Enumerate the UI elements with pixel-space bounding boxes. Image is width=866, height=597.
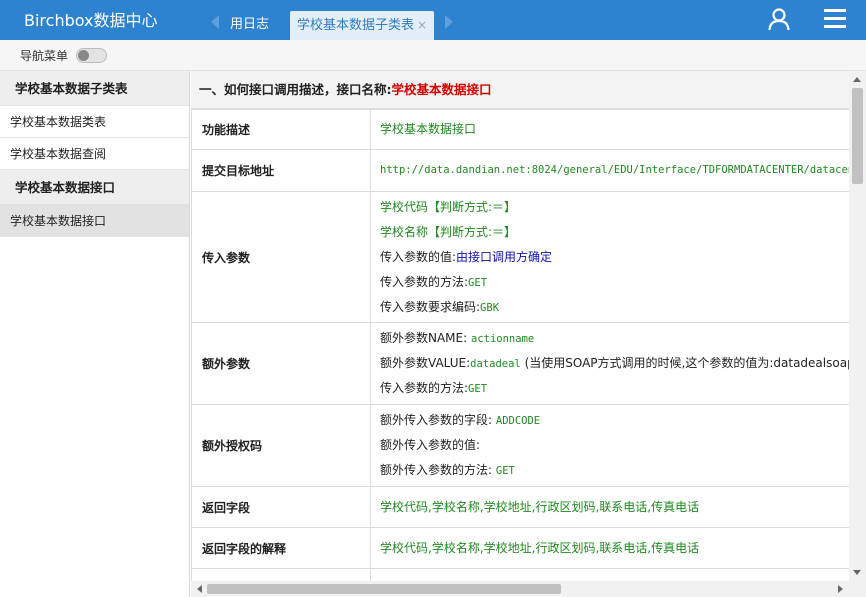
scroll-down-icon[interactable] bbox=[853, 570, 861, 575]
row-label: 额外参数 bbox=[191, 322, 371, 405]
scroll-up-icon[interactable] bbox=[853, 77, 861, 82]
param-line: 额外传入参数的值: bbox=[380, 433, 849, 458]
param-value: datadeal bbox=[470, 358, 521, 370]
param-value: 由接口调用方确定 bbox=[456, 249, 553, 264]
return-fields-explanation-value: 学校代码,学校名称,学校地址,行政区划码,联系电话,传真电话 bbox=[380, 540, 700, 555]
interface-table: 功能描述 学校基本数据接口 提交目标地址 http://data.dandian… bbox=[191, 109, 849, 581]
horizontal-scrollbar[interactable] bbox=[191, 581, 849, 597]
scrollbar-corner bbox=[849, 581, 866, 597]
table-row: 返回字段的解释 学校代码,学校名称,学校地址,行政区划码,联系电话,传真电话 bbox=[191, 527, 849, 569]
param-line: 传入参数的方法:GET bbox=[380, 270, 849, 295]
param-line: 额外参数NAME: actionname bbox=[380, 326, 849, 351]
tab-close-icon[interactable]: × bbox=[417, 18, 427, 32]
vertical-scrollbar[interactable] bbox=[849, 71, 866, 581]
sidebar-item-basic-data-view[interactable]: 学校基本数据查阅 bbox=[0, 138, 189, 170]
param-line: 额外传入参数的方法: GET bbox=[380, 458, 849, 483]
section-title-prefix: 一、如何接口调用描述，接口名称: bbox=[199, 82, 392, 97]
table-row: 额外授权码 额外传入参数的字段: ADDCODE 额外传入参数的值: 额外传入参… bbox=[191, 404, 849, 487]
param-value: ADDCODE bbox=[495, 415, 541, 427]
scroll-right-icon[interactable] bbox=[838, 585, 843, 593]
nav-menu-toggle[interactable] bbox=[76, 48, 107, 63]
section-title: 一、如何接口调用描述，接口名称:学校基本数据接口 bbox=[191, 71, 849, 109]
param-note: (当使用SOAP方式调用的时候,这个参数的值为:datadealsoap) bbox=[524, 356, 849, 370]
table-row: 返回字段 学校代码,学校名称,学校地址,行政区划码,联系电话,传真电话 bbox=[191, 486, 849, 528]
param-value: GET bbox=[468, 276, 488, 289]
sidebar-group-subclass[interactable]: 学校基本数据子类表 bbox=[0, 71, 189, 106]
table-row: 功能描述 学校基本数据接口 bbox=[191, 109, 849, 150]
target-url-value: http://data.dandian.net:8024/general/EDU… bbox=[380, 164, 849, 176]
tab-log-label: 用日志 bbox=[230, 17, 270, 32]
row-label: 返回字段的解释 bbox=[191, 527, 371, 569]
tab-school-basic-subclass[interactable]: 学校基本数据子类表 × bbox=[290, 11, 434, 40]
param-prefix: 传入参数要求编码: bbox=[380, 299, 481, 314]
param-value: GET bbox=[468, 383, 488, 395]
param-prefix: 额外传入参数的方法: bbox=[380, 463, 493, 477]
param-prefix: 额外传入参数的字段: bbox=[380, 413, 493, 427]
param-value: actionname bbox=[471, 333, 535, 345]
top-bar: Birchbox数据中心 用日志 学校基本数据子类表 × bbox=[0, 0, 866, 40]
param-line: 传入参数的方法:GET bbox=[380, 376, 849, 401]
tab-scroll-left-icon[interactable] bbox=[211, 15, 219, 29]
function-description-value: 学校基本数据接口 bbox=[380, 122, 477, 136]
row-label: 额外授权码 bbox=[191, 404, 371, 487]
sidebar-group-interface[interactable]: 学校基本数据接口 bbox=[0, 170, 189, 205]
user-icon[interactable] bbox=[767, 7, 791, 31]
section-interface-name: 学校基本数据接口 bbox=[391, 82, 492, 97]
param-prefix: 额外传入参数的值: bbox=[380, 438, 481, 452]
table-row: 提交目标地址 http://data.dandian.net:8024/gene… bbox=[191, 149, 849, 192]
sidebar-item-basic-class-table[interactable]: 学校基本数据类表 bbox=[0, 106, 189, 138]
param-value: GET bbox=[495, 465, 515, 477]
table-row: 额外参数 额外参数NAME: actionname 额外参数VALUE:data… bbox=[191, 322, 849, 405]
param-value: GBK bbox=[480, 301, 500, 314]
table-row: 传入参数 学校代码【判断方式:＝】 学校名称【判断方式:＝】 传入参数的值:由接… bbox=[191, 191, 849, 323]
horizontal-scroll-thumb[interactable] bbox=[207, 584, 561, 594]
vertical-scroll-thumb[interactable] bbox=[852, 88, 863, 184]
tab-log[interactable]: 用日志 bbox=[230, 11, 269, 40]
scroll-left-icon[interactable] bbox=[197, 585, 202, 593]
param-line: 学校代码【判断方式:＝】 bbox=[380, 199, 517, 214]
param-line: 传入参数要求编码:GBK bbox=[380, 295, 849, 320]
sidebar: 学校基本数据子类表 学校基本数据类表 学校基本数据查阅 学校基本数据接口 学校基… bbox=[0, 71, 190, 597]
sidebar-item-basic-data-interface[interactable]: 学校基本数据接口 bbox=[0, 205, 189, 237]
param-line: 额外传入参数的字段: ADDCODE bbox=[380, 408, 849, 433]
param-prefix: 传入参数的方法: bbox=[380, 274, 469, 289]
tab-scroll-right-icon[interactable] bbox=[445, 15, 453, 29]
row-label: 返回字段 bbox=[191, 486, 371, 528]
param-prefix: 传入参数的方法: bbox=[380, 381, 469, 395]
app-title: Birchbox数据中心 bbox=[24, 11, 158, 30]
param-line: 传入参数的值:由接口调用方确定 bbox=[380, 245, 849, 270]
table-row bbox=[191, 568, 849, 581]
row-label: 功能描述 bbox=[191, 109, 371, 150]
menu-icon[interactable] bbox=[822, 8, 848, 30]
tab-school-basic-subclass-label: 学校基本数据子类表 bbox=[297, 18, 415, 33]
param-line: 额外参数VALUE:datadeal (当使用SOAP方式调用的时候,这个参数的… bbox=[380, 351, 849, 376]
nav-menu-label: 导航菜单 bbox=[20, 49, 69, 63]
return-fields-value: 学校代码,学校名称,学校地址,行政区划码,联系电话,传真电话 bbox=[380, 499, 700, 514]
param-line: 学校名称【判断方式:＝】 bbox=[380, 224, 517, 239]
sub-bar: 导航菜单 bbox=[0, 40, 866, 71]
main-content: 一、如何接口调用描述，接口名称:学校基本数据接口 功能描述 学校基本数据接口 提… bbox=[191, 71, 849, 581]
param-prefix: 额外参数NAME: bbox=[380, 331, 468, 345]
row-label: 提交目标地址 bbox=[191, 149, 371, 192]
row-label: 传入参数 bbox=[191, 191, 371, 323]
param-prefix: 额外参数VALUE: bbox=[380, 356, 471, 370]
param-prefix: 传入参数的值: bbox=[380, 249, 457, 264]
toggle-knob bbox=[78, 50, 89, 61]
